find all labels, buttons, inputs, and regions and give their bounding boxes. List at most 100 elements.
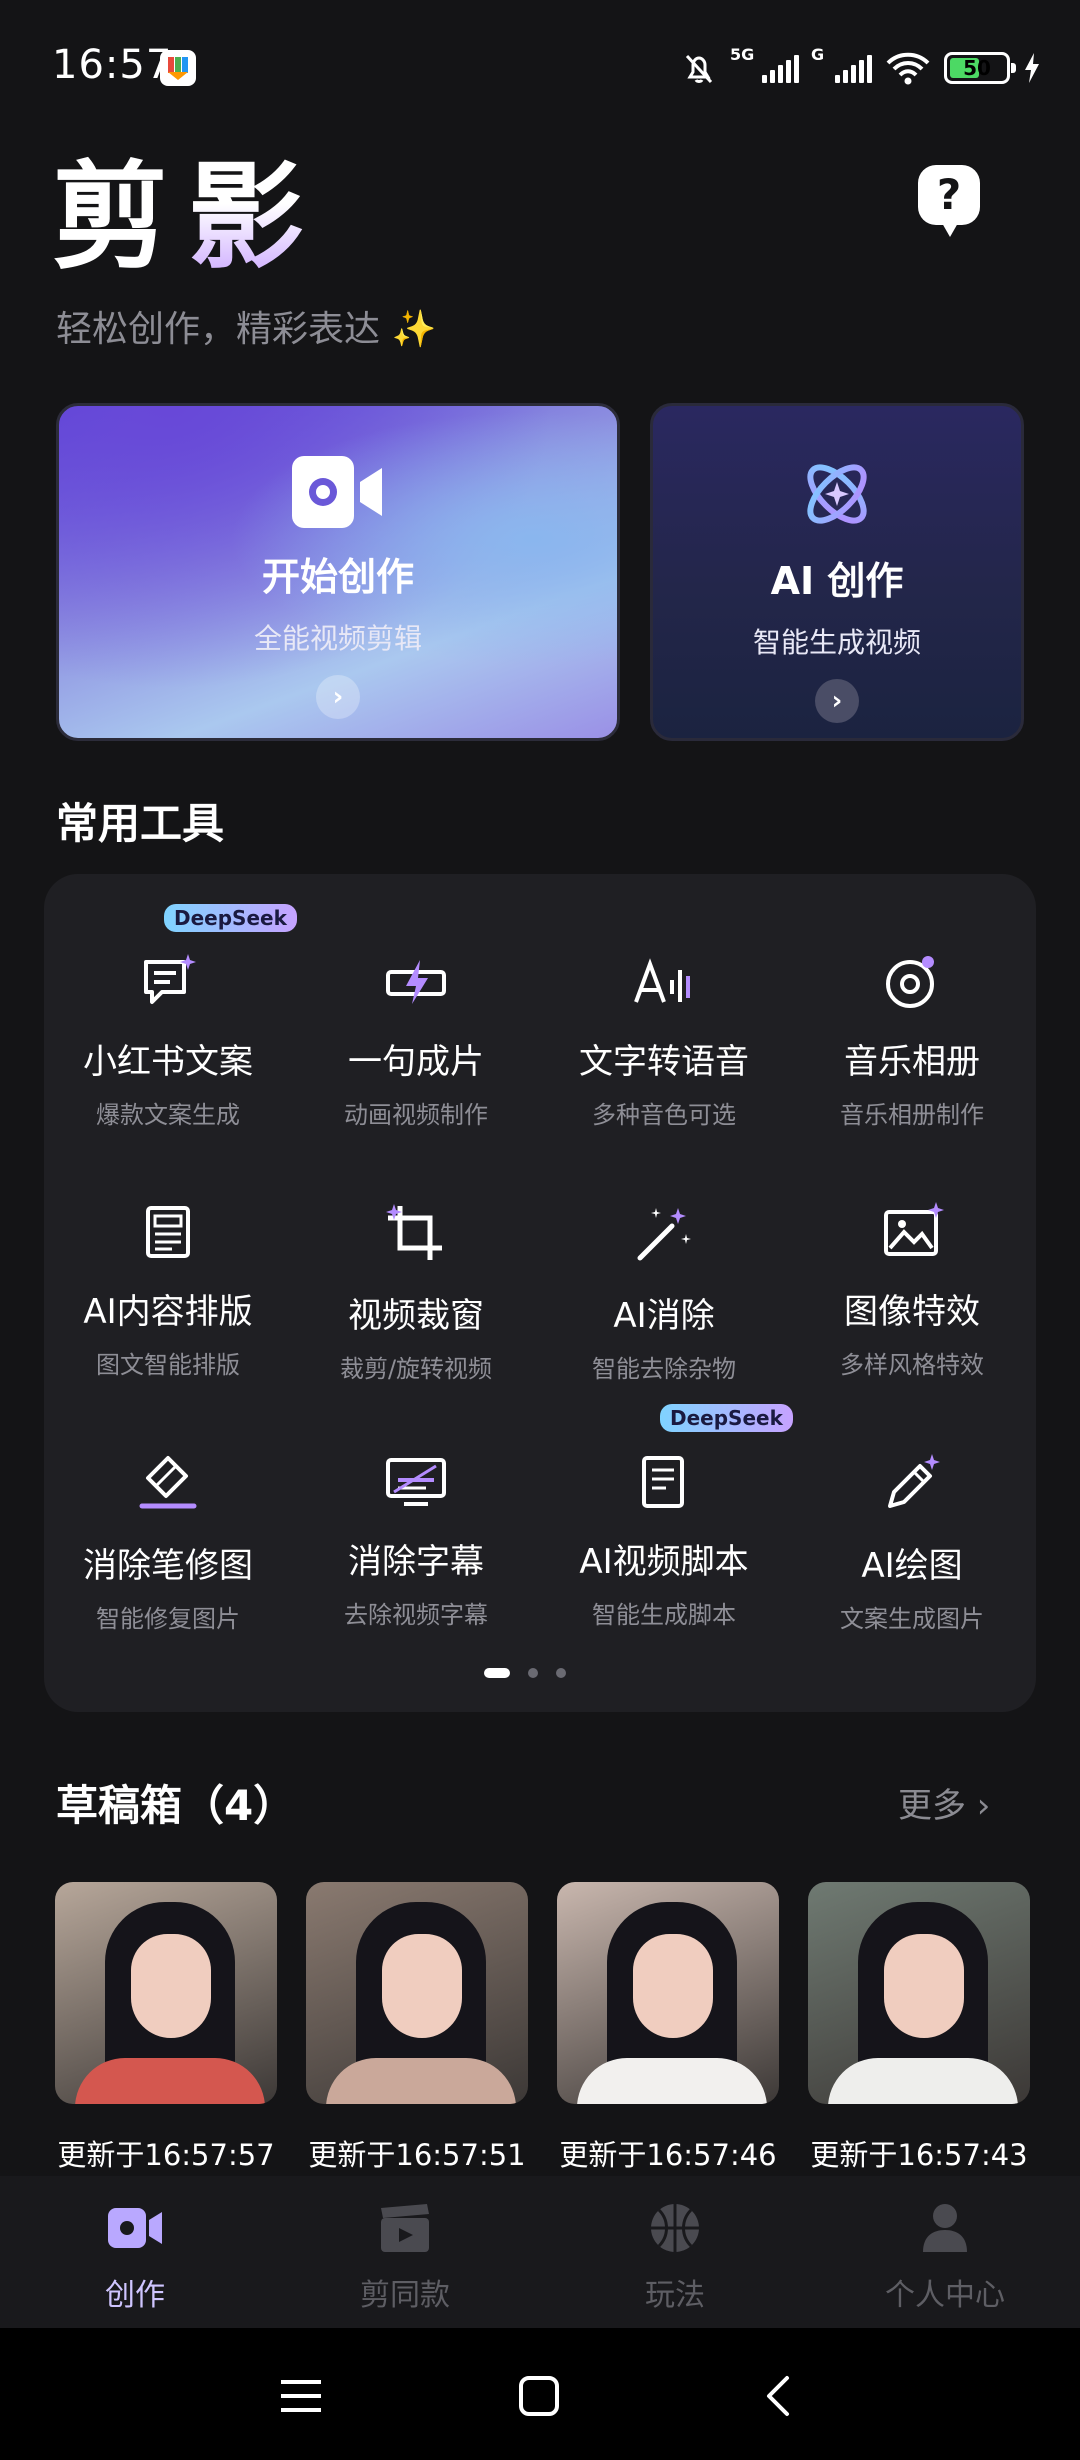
app-logo: 剪影	[52, 160, 324, 276]
tool-item[interactable]: 视频裁窗 裁剪/旋转视频	[292, 1124, 540, 1383]
image-effect-icon	[880, 1202, 944, 1262]
tool-item[interactable]: 文字转语音 多种音色可选	[540, 874, 788, 1129]
draft-thumbnail[interactable]	[808, 1882, 1030, 2104]
back-button[interactable]	[749, 2366, 809, 2426]
tool-item[interactable]: AI内容排版 图文智能排版	[44, 1124, 292, 1379]
music-disc-icon	[880, 952, 944, 1012]
tool-item[interactable]: 音乐相册 音乐相册制作	[788, 874, 1036, 1129]
start-create-arrow-icon: ›	[316, 675, 360, 719]
recent-apps-button[interactable]	[271, 2366, 331, 2426]
draft-thumbnail[interactable]	[306, 1882, 528, 2104]
tool-name: 消除字幕	[348, 1542, 484, 1582]
tool-name: 图像特效	[844, 1292, 980, 1332]
tool-item[interactable]: 图像特效 多样风格特效	[788, 1124, 1036, 1379]
layout-doc-icon	[136, 1202, 200, 1262]
ai-create-subtitle: 智能生成视频	[752, 626, 921, 659]
tool-item[interactable]: AI消除 智能去除杂物	[540, 1124, 788, 1383]
tool-name: AI视频脚本	[579, 1542, 749, 1582]
nav-label: 个人中心	[885, 2278, 1005, 2313]
start-create-card[interactable]: 开始创作 全能视频剪辑 ›	[56, 403, 620, 741]
tagline: 轻松创作，精彩表达 ✨	[56, 309, 437, 350]
battery-icon: 50	[944, 52, 1016, 84]
basketball-icon	[645, 2198, 705, 2258]
status-time: 16:57	[52, 42, 173, 88]
tool-desc: 去除视频字幕	[344, 1601, 488, 1629]
tool-name: 视频裁窗	[348, 1296, 484, 1336]
draft-thumbnail[interactable]	[557, 1882, 779, 2104]
chat-doc-icon	[136, 952, 200, 1012]
tools-grid: DeepSeek 小红书文案 爆款文案生成 一句成片 动画视频制作 文字转语音 多种音色可选…	[44, 874, 1036, 1634]
magic-wand-icon	[632, 1202, 696, 1266]
nav-label: 剪同款	[360, 2278, 450, 2313]
eraser-icon	[136, 1452, 200, 1516]
ai-create-arrow-icon: ›	[815, 679, 859, 723]
app-logo-char-1: 剪	[52, 150, 188, 285]
tool-name: 一句成片	[348, 1042, 484, 1082]
person-icon	[915, 2198, 975, 2258]
nav-label: 创作	[105, 2278, 165, 2313]
tool-name: 文字转语音	[579, 1042, 749, 1082]
menu-icon	[281, 2380, 321, 2412]
script-doc-icon	[632, 1452, 696, 1512]
mute-bell-icon	[685, 54, 713, 84]
help-button[interactable]: ?	[918, 165, 980, 237]
wifi-icon	[886, 52, 930, 85]
nav-item[interactable]: 剪同款	[270, 2198, 540, 2314]
tool-item[interactable]: DeepSeek AI视频脚本智能生成脚本	[540, 1374, 793, 1629]
notification-app-icon	[160, 50, 196, 86]
help-icon: ?	[936, 170, 962, 219]
app-logo-char-2: 影	[188, 150, 324, 285]
remove-subtitle-icon	[384, 1452, 448, 1512]
page-dot	[556, 1668, 566, 1678]
battery-level: 50	[963, 56, 991, 80]
tool-name: 音乐相册	[844, 1042, 980, 1082]
nav-item[interactable]: 创作	[0, 2198, 270, 2314]
video-camera-icon	[105, 2198, 165, 2258]
back-chevron-icon	[767, 2376, 789, 2416]
nav-item[interactable]: 个人中心	[810, 2198, 1080, 2314]
drafts-more-link[interactable]: 更多 ›	[898, 1778, 990, 1827]
lightning-film-icon	[384, 952, 448, 1012]
tool-item[interactable]: 消除笔修图智能修复图片	[44, 1374, 292, 1633]
tool-item[interactable]: 一句成片 动画视频制作	[292, 874, 540, 1129]
page-dot	[484, 1668, 510, 1678]
tool-item[interactable]: 消除字幕去除视频字幕	[292, 1374, 540, 1629]
charging-icon	[1025, 53, 1039, 83]
signal-5g-label: 5G	[730, 45, 755, 64]
tool-name: AI内容排版	[83, 1292, 253, 1332]
home-button[interactable]	[509, 2366, 569, 2426]
draft-updated-time: 更新于16:57:51	[308, 2138, 526, 2172]
tool-desc: 文案生成图片	[840, 1605, 984, 1633]
draft-updated-time: 更新于16:57:46	[559, 2138, 777, 2172]
ai-orbit-icon	[795, 452, 879, 540]
nav-item[interactable]: 玩法	[540, 2198, 810, 2314]
tool-name: 小红书文案	[83, 1042, 253, 1082]
draft-thumbnail[interactable]	[55, 1882, 277, 2104]
text-to-speech-icon	[632, 952, 696, 1012]
ai-create-card[interactable]: AI 创作 智能生成视频 ›	[650, 403, 1024, 741]
tool-item[interactable]: DeepSeek 小红书文案 爆款文案生成	[44, 874, 297, 1129]
video-camera-icon	[290, 452, 386, 536]
clapper-icon	[375, 2198, 435, 2258]
start-create-subtitle: 全能视频剪辑	[253, 622, 422, 655]
signal-g-icon: G	[811, 45, 872, 83]
page-indicator	[484, 1668, 566, 1678]
deepseek-badge: DeepSeek	[164, 904, 297, 932]
nav-label: 玩法	[645, 2278, 705, 2313]
tool-item[interactable]: AI绘图文案生成图片	[788, 1374, 1036, 1633]
status-indicators: 5G G 50	[680, 45, 1040, 90]
signal-g-label: G	[811, 45, 825, 64]
drafts-title: 草稿箱（4）	[56, 1781, 296, 1830]
tool-name: AI绘图	[861, 1546, 963, 1586]
pencil-sparkle-icon	[880, 1452, 944, 1516]
ai-create-title: AI 创作	[770, 559, 904, 603]
page-dot	[528, 1668, 538, 1678]
tool-name: 消除笔修图	[83, 1546, 253, 1586]
draft-updated-time: 更新于16:57:57	[57, 2138, 275, 2172]
tool-desc: 智能生成脚本	[592, 1601, 736, 1629]
draft-updated-time: 更新于16:57:43	[810, 2138, 1028, 2172]
deepseek-badge: DeepSeek	[660, 1404, 793, 1432]
tool-desc: 智能修复图片	[96, 1605, 240, 1633]
signal-5g-icon: 5G	[730, 45, 799, 83]
tools-section-title: 常用工具	[56, 799, 225, 848]
